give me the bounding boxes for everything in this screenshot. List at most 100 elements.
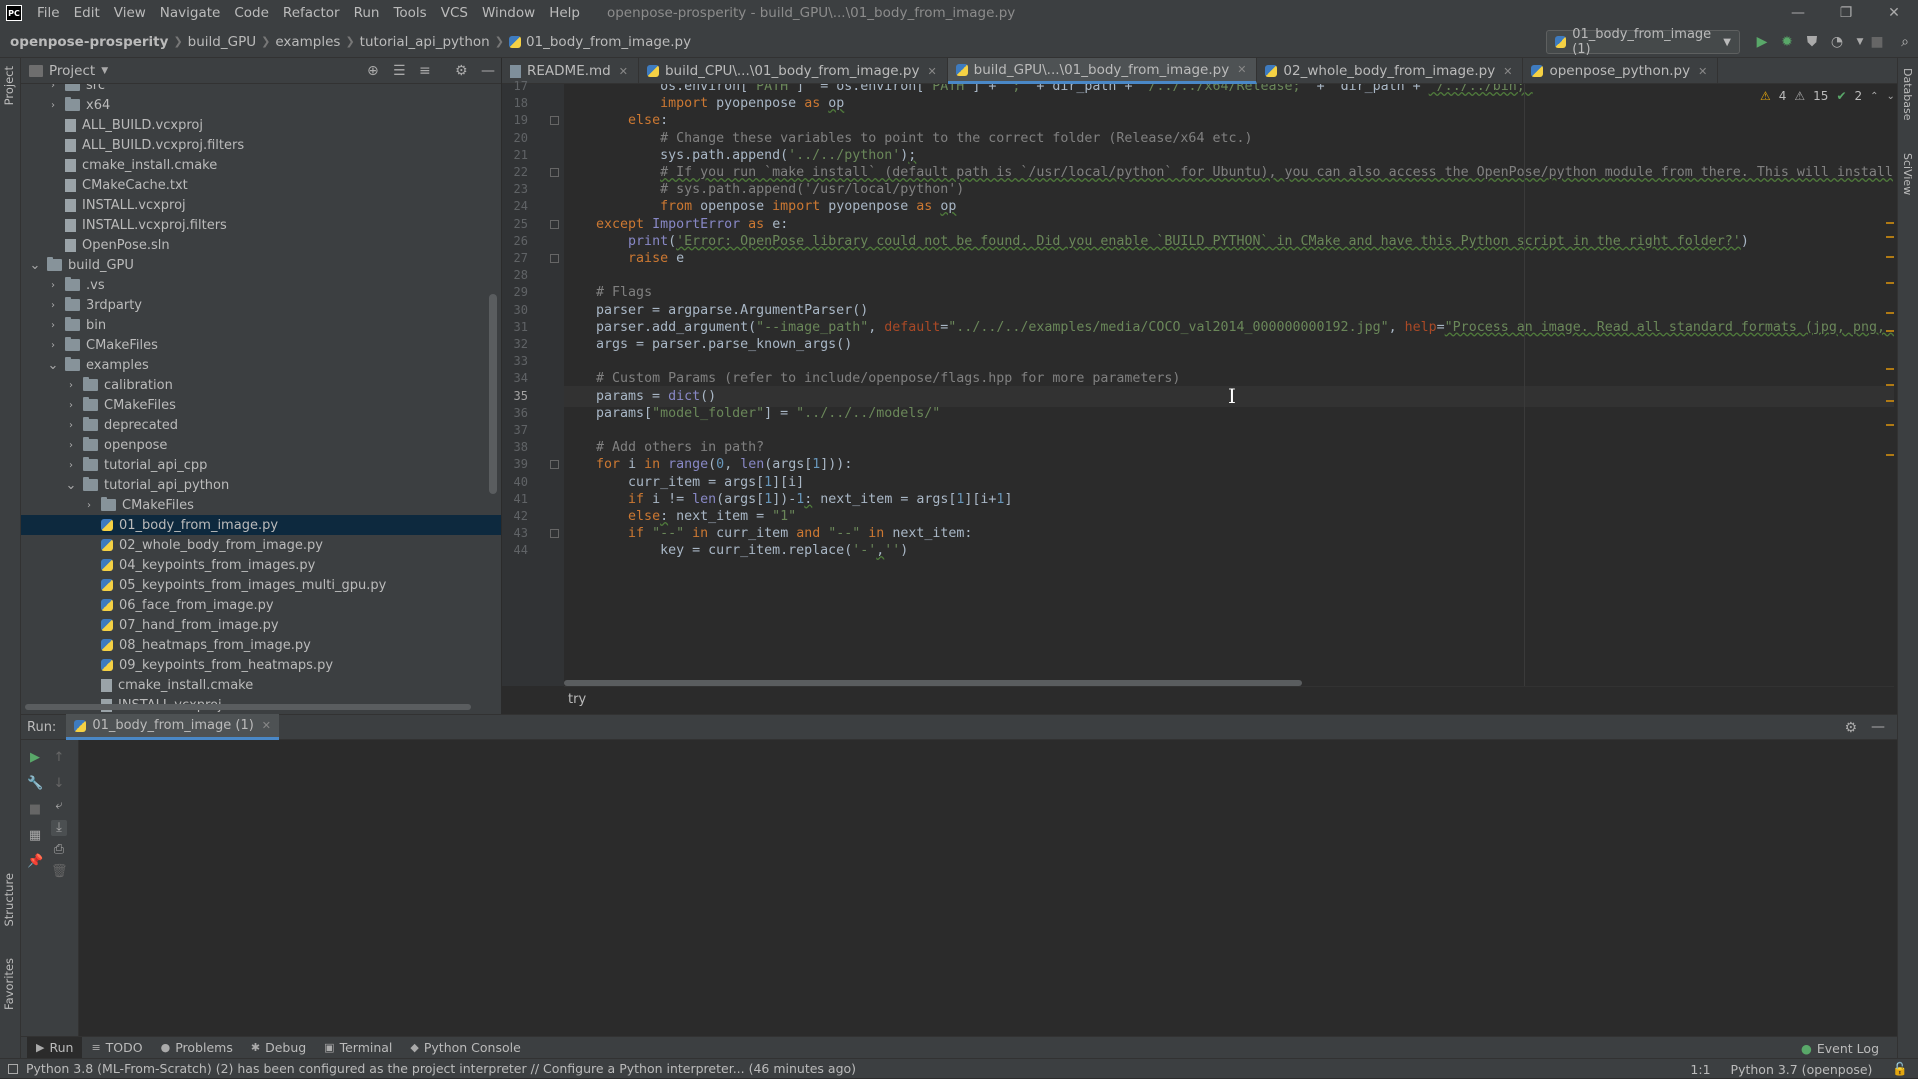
tree-folder[interactable]: › CMakeFiles <box>21 395 501 415</box>
sciview-tool-window-button[interactable]: SciView <box>1901 153 1914 195</box>
line-number[interactable]: 34 <box>498 371 528 385</box>
line-number[interactable]: 40 <box>498 475 528 489</box>
editor-tab[interactable]: build_CPU\...\01_body_from_image.py ✕ <box>639 58 948 84</box>
tree-folder[interactable]: › 3rdparty <box>21 295 501 315</box>
line-number[interactable]: 25 <box>498 217 528 231</box>
line-number[interactable]: 35 <box>498 389 528 403</box>
print-icon[interactable]: ⎙ <box>51 842 67 858</box>
chevron-right-icon[interactable]: › <box>65 400 77 411</box>
rerun-icon[interactable]: ▶ <box>27 750 43 766</box>
fold-marker-icon[interactable] <box>550 460 559 470</box>
line-number[interactable]: 38 <box>498 440 528 454</box>
menu-navigate[interactable]: Navigate <box>153 5 228 21</box>
tree-folder[interactable]: › x64 <box>21 95 501 115</box>
tree-file[interactable]: ALL_BUILD.vcxproj <box>21 115 501 135</box>
breadcrumb-examples[interactable]: examples <box>275 34 340 50</box>
tree-file[interactable]: ALL_BUILD.vcxproj.filters <box>21 135 501 155</box>
error-stripe[interactable] <box>1886 84 1894 686</box>
stop-icon[interactable]: ■ <box>27 802 43 818</box>
chevron-right-icon[interactable]: › <box>47 84 59 91</box>
down-arrow-icon[interactable]: ↓ <box>51 776 67 792</box>
tool-window-debug[interactable]: ✱ Debug <box>242 1037 315 1059</box>
inspection-widget[interactable]: ⚠ 4 ⚠ 15 ✔ 2 ⌃ ⌄ <box>1760 88 1895 104</box>
close-icon[interactable]: ✕ <box>1870 5 1918 21</box>
tree-file[interactable]: 05_keypoints_from_images_multi_gpu.py <box>21 575 501 595</box>
tree-file[interactable]: 09_keypoints_from_heatmaps.py <box>21 655 501 675</box>
fold-marker-icon[interactable] <box>550 168 559 177</box>
line-number[interactable]: 31 <box>498 320 528 334</box>
fold-marker-icon[interactable] <box>550 116 559 126</box>
breadcrumb-file[interactable]: 01_body_from_image.py <box>526 34 691 50</box>
line-number[interactable]: 39 <box>498 457 528 471</box>
menu-edit[interactable]: Edit <box>67 5 107 21</box>
breadcrumb-tutorial-api-python[interactable]: tutorial_api_python <box>360 34 490 50</box>
editor-tab[interactable]: 02_whole_body_from_image.py ✕ <box>1257 58 1524 84</box>
close-icon[interactable]: ✕ <box>1237 63 1246 76</box>
profile-icon[interactable]: ◔ <box>1829 34 1845 50</box>
line-number[interactable]: 42 <box>498 509 528 523</box>
tree-file[interactable]: 04_keypoints_from_images.py <box>21 555 501 575</box>
soft-wrap-icon[interactable]: ⤶ <box>51 798 67 814</box>
wrench-icon[interactable]: 🔧 <box>27 776 43 792</box>
tree-file[interactable]: CMakeCache.txt <box>21 175 501 195</box>
tree-folder[interactable]: › src <box>21 84 501 95</box>
code-line[interactable]: key = curr_item.replace('-','') <box>564 540 1894 561</box>
close-icon[interactable]: ✕ <box>1503 65 1512 78</box>
tree-folder[interactable]: › tutorial_api_cpp <box>21 455 501 475</box>
gear-icon[interactable]: ⚙ <box>1844 720 1857 736</box>
chevron-right-icon[interactable]: › <box>83 500 95 511</box>
structure-tool-window-button[interactable]: Structure <box>2 873 16 927</box>
close-icon[interactable]: ✕ <box>619 65 628 78</box>
line-number[interactable]: 17 <box>498 79 528 93</box>
tree-folder[interactable]: ⌄ tutorial_api_python <box>21 475 501 495</box>
tree-file[interactable]: 01_body_from_image.py <box>21 515 501 535</box>
line-number[interactable]: 24 <box>498 199 528 213</box>
tree-file[interactable]: INSTALL.vcxproj <box>21 195 501 215</box>
chevron-right-icon[interactable]: › <box>47 320 59 331</box>
chevron-right-icon[interactable]: › <box>47 100 59 111</box>
fold-marker-icon[interactable] <box>550 219 559 229</box>
locate-file-icon[interactable]: ⊕ <box>367 63 379 79</box>
database-tool-window-button[interactable]: Database <box>1901 68 1914 121</box>
tree-folder[interactable]: › CMakeFiles <box>21 495 501 515</box>
up-arrow-icon[interactable]: ↑ <box>51 750 67 766</box>
search-icon[interactable]: ⌕ <box>1897 34 1913 50</box>
tree-folder[interactable]: › bin <box>21 315 501 335</box>
tool-window-python-console[interactable]: ◆ Python Console <box>401 1037 529 1059</box>
tree-folder[interactable]: › calibration <box>21 375 501 395</box>
menu-vcs[interactable]: VCS <box>434 5 475 21</box>
trash-icon[interactable]: 🗑 <box>51 864 68 880</box>
chevron-right-icon[interactable]: › <box>47 300 59 311</box>
line-number[interactable]: 33 <box>498 354 528 368</box>
coverage-icon[interactable]: ⛊ <box>1804 34 1820 50</box>
tree-file[interactable]: 06_face_from_image.py <box>21 595 501 615</box>
menu-window[interactable]: Window <box>475 5 542 21</box>
line-number[interactable]: 44 <box>498 543 528 557</box>
line-number[interactable]: 36 <box>498 406 528 420</box>
chevron-right-icon[interactable]: › <box>65 420 77 431</box>
editor-breadcrumb-try[interactable]: try <box>568 692 586 707</box>
line-number[interactable]: 19 <box>498 113 528 127</box>
chevron-right-icon[interactable]: › <box>47 340 59 351</box>
event-log-button[interactable]: ● Event Log <box>1801 1037 1879 1059</box>
line-number[interactable]: 23 <box>498 182 528 196</box>
chevron-right-icon[interactable]: › <box>47 280 59 291</box>
menu-view[interactable]: View <box>107 5 153 21</box>
tree-file[interactable]: OpenPose.sln <box>21 235 501 255</box>
fold-marker-icon[interactable] <box>550 529 559 539</box>
tree-file[interactable]: INSTALL.vcxproj.filters <box>21 215 501 235</box>
run-console[interactable] <box>21 740 1897 1036</box>
line-number[interactable]: 20 <box>498 131 528 145</box>
tool-window-run[interactable]: ▶ Run <box>27 1036 83 1059</box>
status-square-icon[interactable] <box>8 1063 18 1074</box>
expand-all-icon[interactable]: ☰ <box>393 63 406 79</box>
line-number[interactable]: 27 <box>498 251 528 265</box>
tree-file[interactable]: 02_whole_body_from_image.py <box>21 535 501 555</box>
stop-icon[interactable]: ■ <box>1869 34 1885 50</box>
minimize-icon[interactable]: — <box>1774 5 1822 21</box>
menu-code[interactable]: Code <box>227 5 276 21</box>
project-tree-horizontal-scrollbar[interactable] <box>25 704 471 710</box>
tree-folder[interactable]: ⌄ build_GPU <box>21 255 501 275</box>
tree-folder[interactable]: › CMakeFiles <box>21 335 501 355</box>
tree-folder[interactable]: › .vs <box>21 275 501 295</box>
